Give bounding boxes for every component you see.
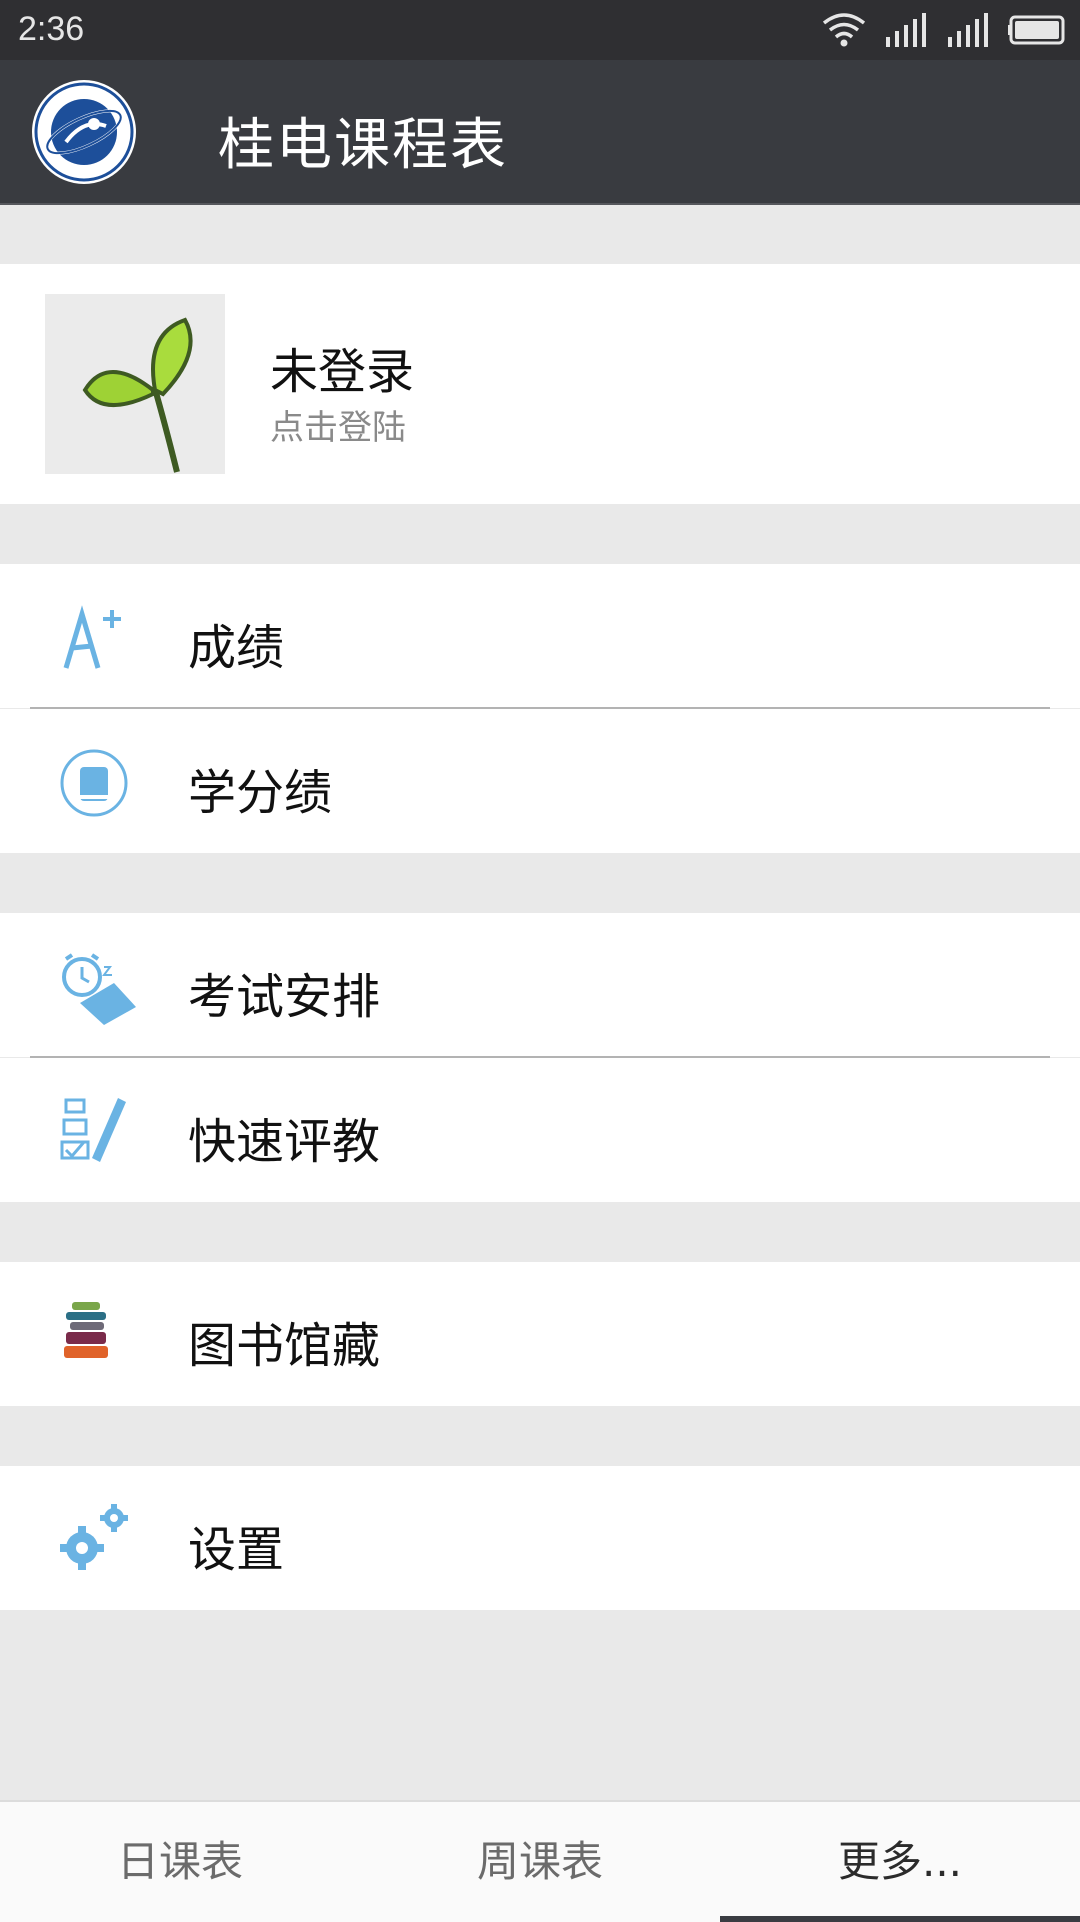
menu-item-exam-schedule[interactable]: 考试安排 <box>0 913 1080 1057</box>
menu-item-grades[interactable]: 成绩 <box>0 564 1080 708</box>
checklist-pen-icon <box>60 1098 126 1162</box>
book-stack-icon <box>64 1302 108 1358</box>
status-icons <box>822 10 1068 50</box>
profile-card[interactable]: 未登录 点击登陆 <box>0 264 1080 504</box>
app-bar: 桂电课程表 <box>0 60 1080 205</box>
menu-label-quick-evaluation: 快速评教 <box>188 1114 381 1170</box>
menu-label-settings: 设置 <box>188 1522 285 1578</box>
menu-label-credit-gpa: 学分绩 <box>188 765 333 821</box>
menu-label-grades: 成绩 <box>188 620 285 676</box>
university-logo-icon <box>32 80 136 184</box>
menu-label-library: 图书馆藏 <box>188 1318 381 1374</box>
battery-icon <box>1008 15 1065 45</box>
signal-icon <box>948 13 988 47</box>
alarm-clock-icon <box>62 953 136 1025</box>
gears-icon <box>60 1504 128 1570</box>
menu-item-quick-evaluation[interactable]: 快速评教 <box>0 1058 1080 1202</box>
menu-item-library[interactable]: 图书馆藏 <box>0 1262 1080 1406</box>
wifi-icon <box>822 13 866 47</box>
profile-name: 未登录 <box>270 344 415 400</box>
tab-more[interactable]: 更多... <box>720 1802 1080 1922</box>
tab-daily-schedule[interactable]: 日课表 <box>0 1802 360 1922</box>
bottom-nav: 日课表 周课表 更多... <box>0 1800 1080 1922</box>
app-title: 桂电课程表 <box>218 113 508 178</box>
login-prompt[interactable]: 点击登陆 <box>270 400 406 449</box>
grade-a-plus-icon <box>63 605 121 669</box>
status-bar: 2:36 <box>0 0 1080 60</box>
tab-weekly-schedule[interactable]: 周课表 <box>360 1802 720 1922</box>
signal-icon <box>886 13 926 47</box>
menu-item-credit-gpa[interactable]: 学分绩 <box>0 709 1080 853</box>
menu-label-exam-schedule: 考试安排 <box>188 969 381 1025</box>
menu-item-settings[interactable]: 设置 <box>0 1466 1080 1610</box>
sprout-icon <box>82 317 193 473</box>
status-time: 2:36 <box>18 10 85 48</box>
active-tab-indicator <box>720 1916 1080 1922</box>
avatar[interactable] <box>45 294 225 474</box>
book-circle-icon <box>60 749 128 817</box>
